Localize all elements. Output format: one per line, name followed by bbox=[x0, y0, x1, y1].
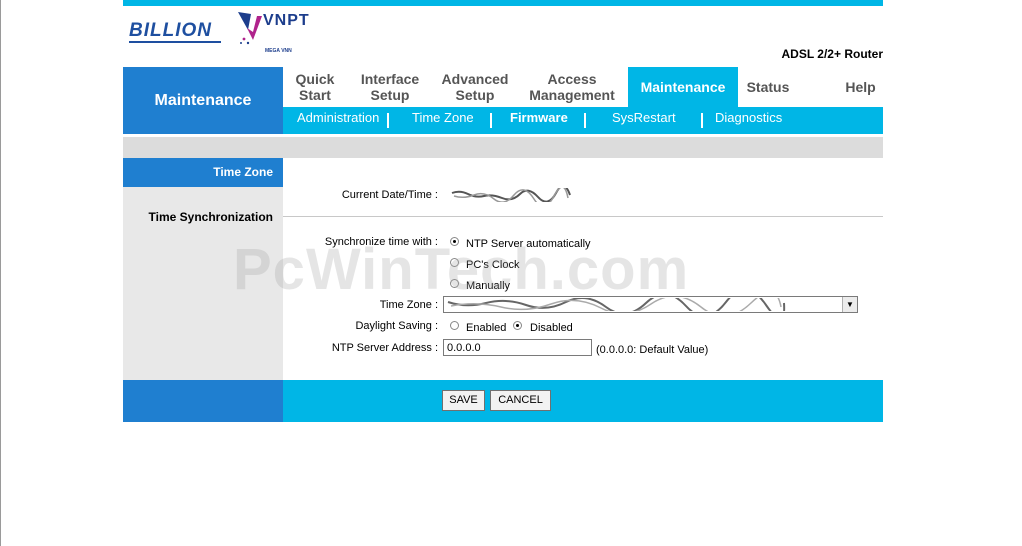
product-name: ADSL 2/2+ Router bbox=[781, 47, 883, 61]
subtab-firmware[interactable]: Firmware bbox=[496, 107, 582, 128]
subtab-time-zone[interactable]: Time Zone bbox=[398, 107, 488, 128]
sync-pc-clock-radio[interactable] bbox=[450, 258, 459, 267]
subtab-separator bbox=[490, 113, 492, 128]
tab-interface-setup[interactable]: Interface Setup bbox=[349, 67, 431, 107]
current-datetime-value-redacted bbox=[451, 188, 571, 202]
vnpt-emblem-icon bbox=[238, 12, 262, 45]
billion-logo: BILLION bbox=[129, 20, 221, 43]
ntp-server-hint: (0.0.0.0: Default Value) bbox=[596, 344, 709, 356]
tab-maintenance[interactable]: Maintenance bbox=[628, 67, 738, 107]
timezone-label: Time Zone : bbox=[379, 299, 438, 311]
nav-tabs: Quick Start Interface Setup Advanced Set… bbox=[283, 67, 883, 107]
main-nav: Maintenance Quick Start Interface Setup … bbox=[123, 67, 883, 134]
daylight-disabled-radio[interactable] bbox=[513, 321, 522, 330]
time-zone-form: Current Date/Time : Synchronize time wit… bbox=[283, 158, 883, 380]
window-border bbox=[0, 0, 1, 546]
sidebar: Time Zone Time Synchronization bbox=[123, 158, 283, 380]
daylight-enabled-radio[interactable] bbox=[450, 321, 459, 330]
current-datetime-label: Current Date/Time : bbox=[341, 189, 438, 201]
sidebar-section-label: Time Synchronization bbox=[148, 210, 273, 224]
tab-status[interactable]: Status bbox=[738, 67, 798, 107]
subtab-diagnostics[interactable]: Diagnostics bbox=[701, 107, 796, 128]
sync-manual-label: Manually bbox=[466, 280, 511, 292]
ntp-server-label: NTP Server Address : bbox=[331, 342, 438, 354]
sync-label: Synchronize time with : bbox=[324, 236, 438, 248]
save-button[interactable]: SAVE bbox=[442, 390, 485, 411]
tab-help[interactable]: Help bbox=[828, 67, 893, 107]
sync-ntp-label: NTP Server automatically bbox=[466, 238, 591, 250]
tab-quick-start[interactable]: Quick Start bbox=[283, 67, 347, 107]
vnpt-subtext: MEGA VNN bbox=[265, 48, 292, 54]
sync-pc-clock-label: PC's Clock bbox=[466, 259, 520, 271]
sync-manual-radio[interactable] bbox=[450, 279, 459, 288]
sidebar-item-time-zone[interactable]: Time Zone bbox=[123, 158, 283, 187]
daylight-enabled-label: Enabled bbox=[466, 322, 507, 334]
sync-ntp-radio[interactable] bbox=[450, 237, 459, 246]
daylight-disabled-label: Disabled bbox=[530, 322, 573, 334]
gray-separator-bar bbox=[123, 137, 883, 158]
top-stripe bbox=[123, 0, 883, 6]
chevron-down-icon[interactable]: ▼ bbox=[842, 297, 857, 312]
form-divider bbox=[283, 216, 883, 217]
subtab-separator bbox=[387, 113, 389, 128]
vnpt-logo: VNPT MEGA VNN bbox=[235, 10, 325, 58]
timezone-select[interactable]: ▼ bbox=[443, 296, 858, 313]
timezone-value-redacted bbox=[447, 298, 786, 311]
section-title: Maintenance bbox=[123, 67, 283, 134]
bottom-bar-left bbox=[123, 380, 283, 422]
bottom-bar: SAVE CANCEL bbox=[283, 380, 883, 422]
cancel-button[interactable]: CANCEL bbox=[490, 390, 551, 411]
tab-advanced-setup[interactable]: Advanced Setup bbox=[433, 67, 517, 107]
ntp-server-input[interactable] bbox=[443, 339, 592, 356]
tab-access-management[interactable]: Access Management bbox=[519, 67, 625, 107]
sub-nav: Administration Time Zone Firmware SysRes… bbox=[283, 107, 883, 134]
daylight-label: Daylight Saving : bbox=[355, 320, 438, 332]
vnpt-text: VNPT bbox=[263, 12, 310, 29]
subtab-separator bbox=[584, 113, 586, 128]
subtab-administration[interactable]: Administration bbox=[283, 107, 393, 128]
subtab-sysrestart[interactable]: SysRestart bbox=[598, 107, 690, 128]
